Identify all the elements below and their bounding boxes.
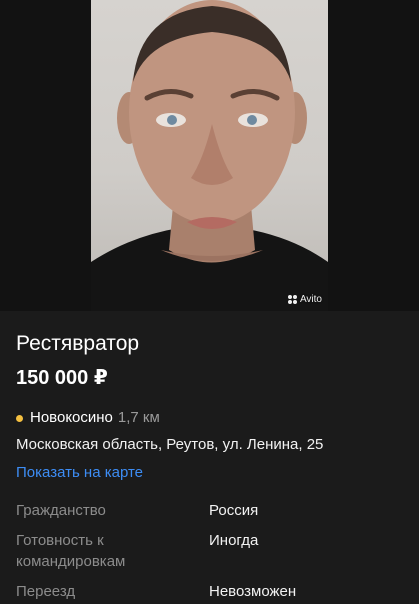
listing-title: Рестявратор <box>16 332 140 355</box>
metro-station: Новокосино <box>30 409 113 426</box>
param-row: Переезд Невозможен <box>16 581 403 602</box>
show-on-map-link[interactable]: Показать на карте <box>16 463 403 483</box>
param-value-citizenship: Россия <box>209 502 259 519</box>
watermark-text: Avito <box>299 294 322 305</box>
param-value-business-trips: Иногда <box>209 532 259 549</box>
param-label-business-trips: Готовность к командировкам <box>16 532 126 570</box>
portrait-illustration <box>91 0 328 311</box>
listing-price: 150 000 ₽ <box>16 367 108 389</box>
params-list: Гражданство Россия Готовность к командир… <box>16 500 403 602</box>
avito-watermark: Avito <box>287 294 322 305</box>
metro-distance: 1,7 км <box>117 409 160 426</box>
metro-line-dot-icon <box>16 414 23 422</box>
avito-dots-icon <box>287 295 297 304</box>
param-label-relocation: Переезд <box>16 583 76 600</box>
address: Московская область, Реутов, ул. Ленина, … <box>16 436 324 453</box>
photo-gallery[interactable]: Avito <box>0 0 419 311</box>
param-label-citizenship: Гражданство <box>16 502 106 519</box>
listing-info: Рестявратор 150 000 ₽ Новокосино 1,7 км … <box>0 331 419 602</box>
metro-location: Новокосино 1,7 км <box>16 408 403 428</box>
listing-photo[interactable]: Avito <box>91 0 328 311</box>
param-row: Готовность к командировкам Иногда <box>16 530 403 572</box>
param-row: Гражданство Россия <box>16 500 403 521</box>
param-value-relocation: Невозможен <box>209 583 297 600</box>
